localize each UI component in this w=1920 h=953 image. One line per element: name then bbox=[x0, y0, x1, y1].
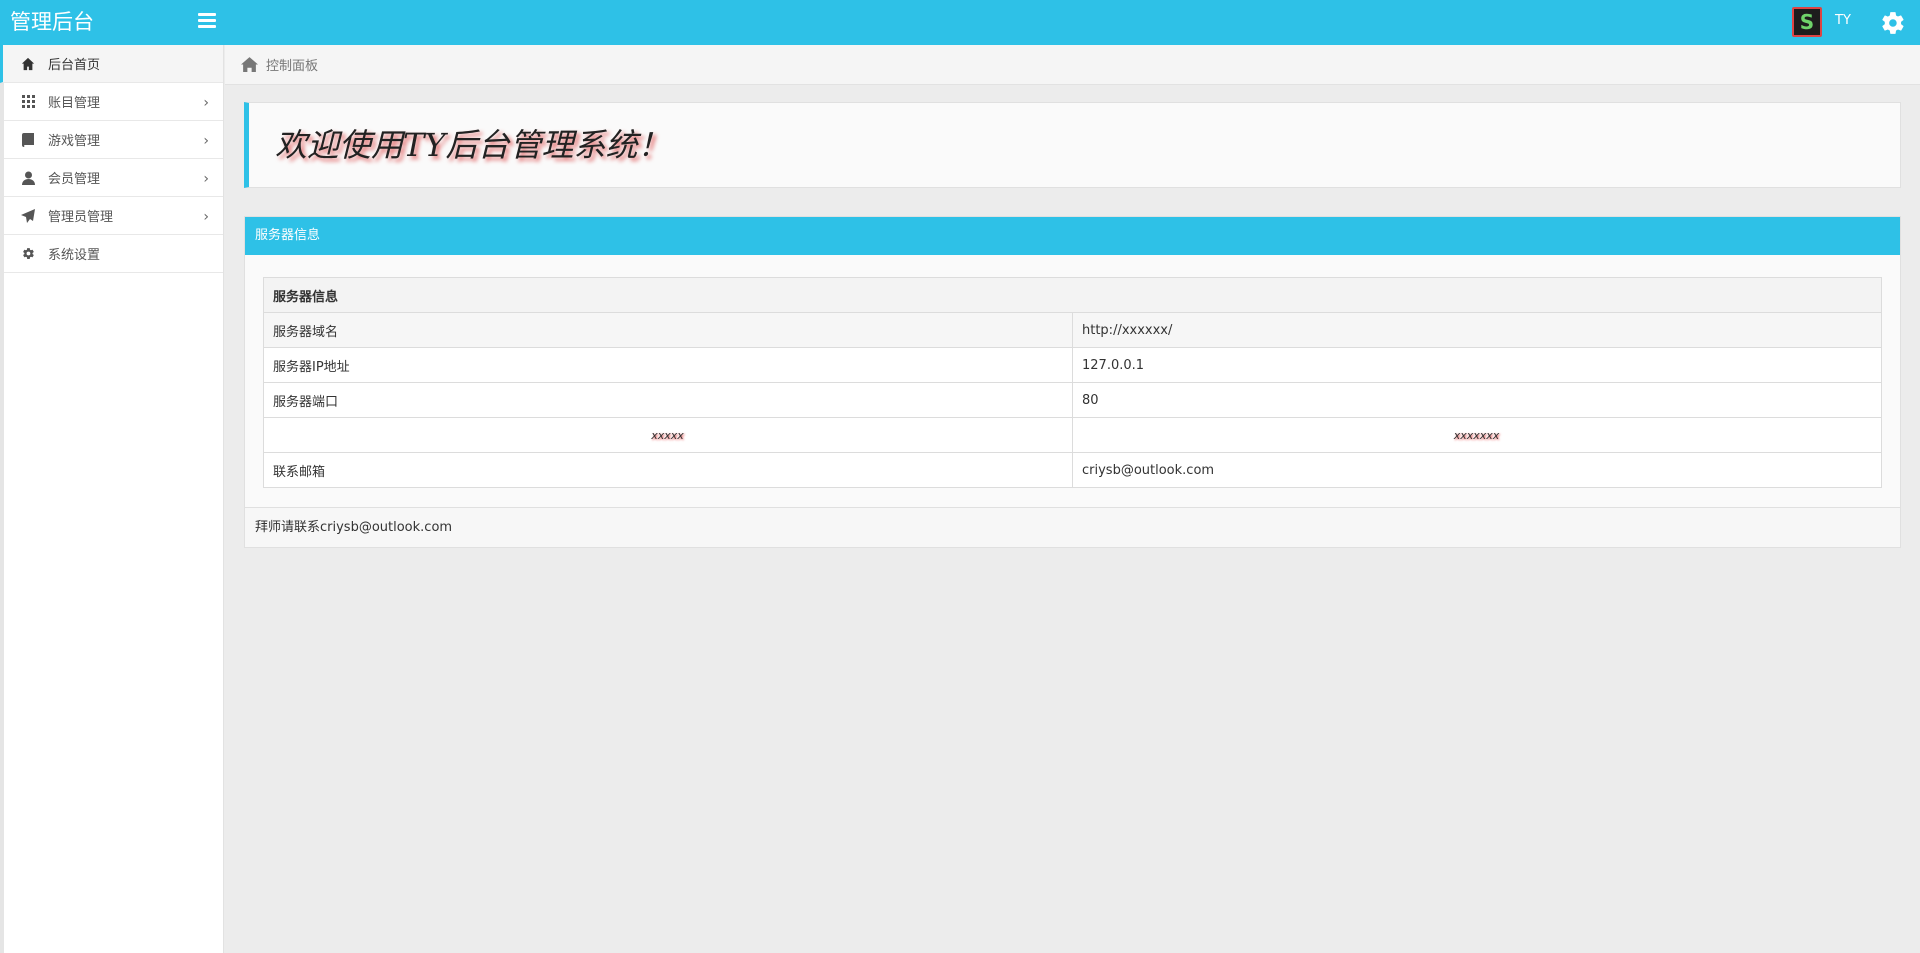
sidebar-item-label: 会员管理 bbox=[48, 172, 101, 187]
table-row: 服务器IP地址 127.0.0.1 bbox=[263, 347, 1882, 383]
breadcrumb-label[interactable]: 控制面板 bbox=[266, 55, 318, 74]
top-navbar: 管理后台 S TY bbox=[0, 0, 1920, 45]
grid-icon bbox=[20, 94, 36, 110]
row-label: 联系邮箱 bbox=[263, 452, 1073, 488]
row-value: 80 bbox=[1072, 382, 1882, 418]
menu-toggle-icon[interactable] bbox=[198, 13, 216, 29]
table-row: 服务器端口 80 bbox=[263, 382, 1882, 418]
sidebar-item-settings[interactable]: 系统设置 bbox=[4, 235, 223, 273]
sidebar-item-label: 账目管理 bbox=[48, 96, 101, 111]
sidebar-item-label: 管理员管理 bbox=[48, 210, 114, 225]
row-value: xxxxxxx bbox=[1072, 417, 1882, 453]
chevron-right-icon: › bbox=[203, 209, 209, 225]
sidebar-item-admins[interactable]: 管理员管理 › bbox=[4, 197, 223, 235]
welcome-banner: 欢迎使用TY后台管理系统！ bbox=[244, 102, 1901, 188]
sidebar-item-members[interactable]: 会员管理 › bbox=[4, 159, 223, 197]
sidebar-item-accounts[interactable]: 账目管理 › bbox=[4, 83, 223, 121]
sidebar-item-label: 游戏管理 bbox=[48, 134, 101, 149]
row-value: criysb@outlook.com bbox=[1072, 452, 1882, 488]
book-icon bbox=[20, 132, 36, 148]
server-info-panel: 服务器信息 服务器信息 服务器域名 http://xxxxxx/ 服务器IP地址… bbox=[244, 216, 1901, 548]
sidebar: 后台首页 账目管理 › 游戏管理 › 会员管理 › 管理员管理 › 系统设置 bbox=[0, 45, 224, 953]
send-icon bbox=[20, 208, 36, 224]
row-label: 服务器域名 bbox=[263, 312, 1073, 348]
sidebar-item-label: 后台首页 bbox=[48, 58, 101, 73]
panel-body: 服务器信息 服务器域名 http://xxxxxx/ 服务器IP地址 127.0… bbox=[245, 255, 1900, 488]
home-icon bbox=[20, 56, 36, 72]
panel-footer: 拜师请联系criysb@outlook.com bbox=[245, 507, 1900, 547]
welcome-heading: 欢迎使用TY后台管理系统！ bbox=[275, 126, 670, 164]
breadcrumb: 控制面板 bbox=[225, 45, 1920, 85]
table-row: 服务器域名 http://xxxxxx/ bbox=[263, 312, 1882, 348]
sidebar-item-home[interactable]: 后台首页 bbox=[0, 45, 223, 83]
row-label: xxxxx bbox=[263, 417, 1073, 453]
sidebar-item-games[interactable]: 游戏管理 › bbox=[4, 121, 223, 159]
table-row: 联系邮箱 criysb@outlook.com bbox=[263, 452, 1882, 488]
row-label: 服务器端口 bbox=[263, 382, 1073, 418]
home-icon[interactable] bbox=[241, 57, 258, 72]
server-info-table: 服务器信息 服务器域名 http://xxxxxx/ 服务器IP地址 127.0… bbox=[263, 277, 1882, 488]
row-value: http://xxxxxx/ bbox=[1072, 312, 1882, 348]
chevron-right-icon: › bbox=[203, 95, 209, 111]
row-label: 服务器IP地址 bbox=[263, 347, 1073, 383]
user-avatar[interactable]: S bbox=[1792, 7, 1822, 37]
chevron-right-icon: › bbox=[203, 133, 209, 149]
settings-gear-icon[interactable] bbox=[1880, 10, 1906, 36]
table-header-row: 服务器信息 bbox=[263, 277, 1882, 313]
brand-title[interactable]: 管理后台 bbox=[10, 8, 94, 36]
panel-title: 服务器信息 bbox=[245, 217, 1900, 255]
table-header: 服务器信息 bbox=[263, 277, 1882, 313]
table-row: xxxxx xxxxxxx bbox=[263, 417, 1882, 453]
chevron-right-icon: › bbox=[203, 171, 209, 187]
user-icon bbox=[20, 170, 36, 186]
gear-icon bbox=[20, 246, 36, 262]
sidebar-item-label: 系统设置 bbox=[48, 248, 101, 263]
user-name[interactable]: TY bbox=[1835, 13, 1851, 28]
row-value: 127.0.0.1 bbox=[1072, 347, 1882, 383]
